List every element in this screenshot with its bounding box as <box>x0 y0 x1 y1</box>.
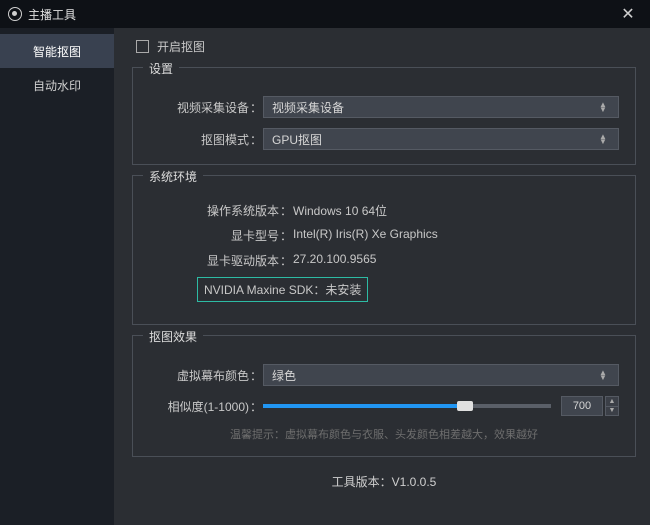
effect-hint: 温馨提示：虚拟幕布颜色与衣服、头发颜色相差越大，效果越好 <box>149 426 619 442</box>
step-up-icon[interactable]: ▲ <box>606 397 618 407</box>
sdk-value: 未安装 <box>325 281 361 298</box>
window-title: 主播工具 <box>28 6 76 23</box>
gpu-label: 显卡型号 <box>149 227 279 244</box>
similarity-label: 相似度(1-1000) <box>149 398 249 415</box>
chevron-updown-icon: ▲▼ <box>596 102 610 112</box>
app-logo-icon <box>8 7 22 21</box>
video-device-label: 视频采集设备 <box>149 99 249 116</box>
sidebar: 智能抠图 自动水印 <box>0 28 114 525</box>
effect-legend: 抠图效果 <box>143 328 203 345</box>
footer: 工具版本：V1.0.0.5 <box>132 467 636 496</box>
driver-label: 显卡驱动版本 <box>149 252 279 269</box>
close-button[interactable]: ✕ <box>614 0 642 28</box>
step-down-icon[interactable]: ▼ <box>606 407 618 416</box>
tab-auto-watermark[interactable]: 自动水印 <box>0 68 114 102</box>
enable-cutout-checkbox[interactable] <box>136 40 149 53</box>
driver-value: 27.20.100.9565 <box>293 252 619 269</box>
chevron-updown-icon: ▲▼ <box>596 370 610 380</box>
gpu-value: Intel(R) Iris(R) Xe Graphics <box>293 227 619 244</box>
bgcolor-select[interactable]: 绿色 ▲▼ <box>263 364 619 386</box>
similarity-value[interactable]: 700 <box>561 396 603 416</box>
os-value: Windows 10 64位 <box>293 202 619 219</box>
effect-group: 抠图效果 虚拟幕布颜色 ： 绿色 ▲▼ 相似度(1-1000) ： 700 ▲ <box>132 335 636 457</box>
cutout-mode-select[interactable]: GPU抠图 ▲▼ <box>263 128 619 150</box>
settings-legend: 设置 <box>143 60 179 77</box>
bgcolor-label: 虚拟幕布颜色 <box>149 367 249 384</box>
enable-cutout-label: 开启抠图 <box>157 38 205 55</box>
settings-group: 设置 视频采集设备 ： 视频采集设备 ▲▼ 抠图模式 ： GPU抠图 ▲▼ <box>132 67 636 165</box>
similarity-slider[interactable] <box>263 404 551 408</box>
system-env-group: 系统环境 操作系统版本 ： Windows 10 64位 显卡型号 ： Inte… <box>132 175 636 325</box>
similarity-stepper[interactable]: ▲ ▼ <box>605 396 619 416</box>
cutout-mode-value: GPU抠图 <box>272 131 322 148</box>
video-device-select[interactable]: 视频采集设备 ▲▼ <box>263 96 619 118</box>
video-device-value: 视频采集设备 <box>272 99 344 116</box>
version-value: V1.0.0.5 <box>392 475 437 489</box>
os-label: 操作系统版本 <box>149 202 279 219</box>
system-env-legend: 系统环境 <box>143 168 203 185</box>
chevron-updown-icon: ▲▼ <box>596 134 610 144</box>
sdk-label: NVIDIA Maxine SDK <box>204 283 313 297</box>
tab-smart-cutout[interactable]: 智能抠图 <box>0 34 114 68</box>
version-label: 工具版本： <box>332 475 392 489</box>
sdk-status-highlight: NVIDIA Maxine SDK ： 未安装 <box>197 277 368 302</box>
main-panel: 开启抠图 设置 视频采集设备 ： 视频采集设备 ▲▼ 抠图模式 ： GPU抠图 … <box>114 28 650 525</box>
bgcolor-value: 绿色 <box>272 367 296 384</box>
titlebar: 主播工具 ✕ <box>0 0 650 28</box>
cutout-mode-label: 抠图模式 <box>149 131 249 148</box>
